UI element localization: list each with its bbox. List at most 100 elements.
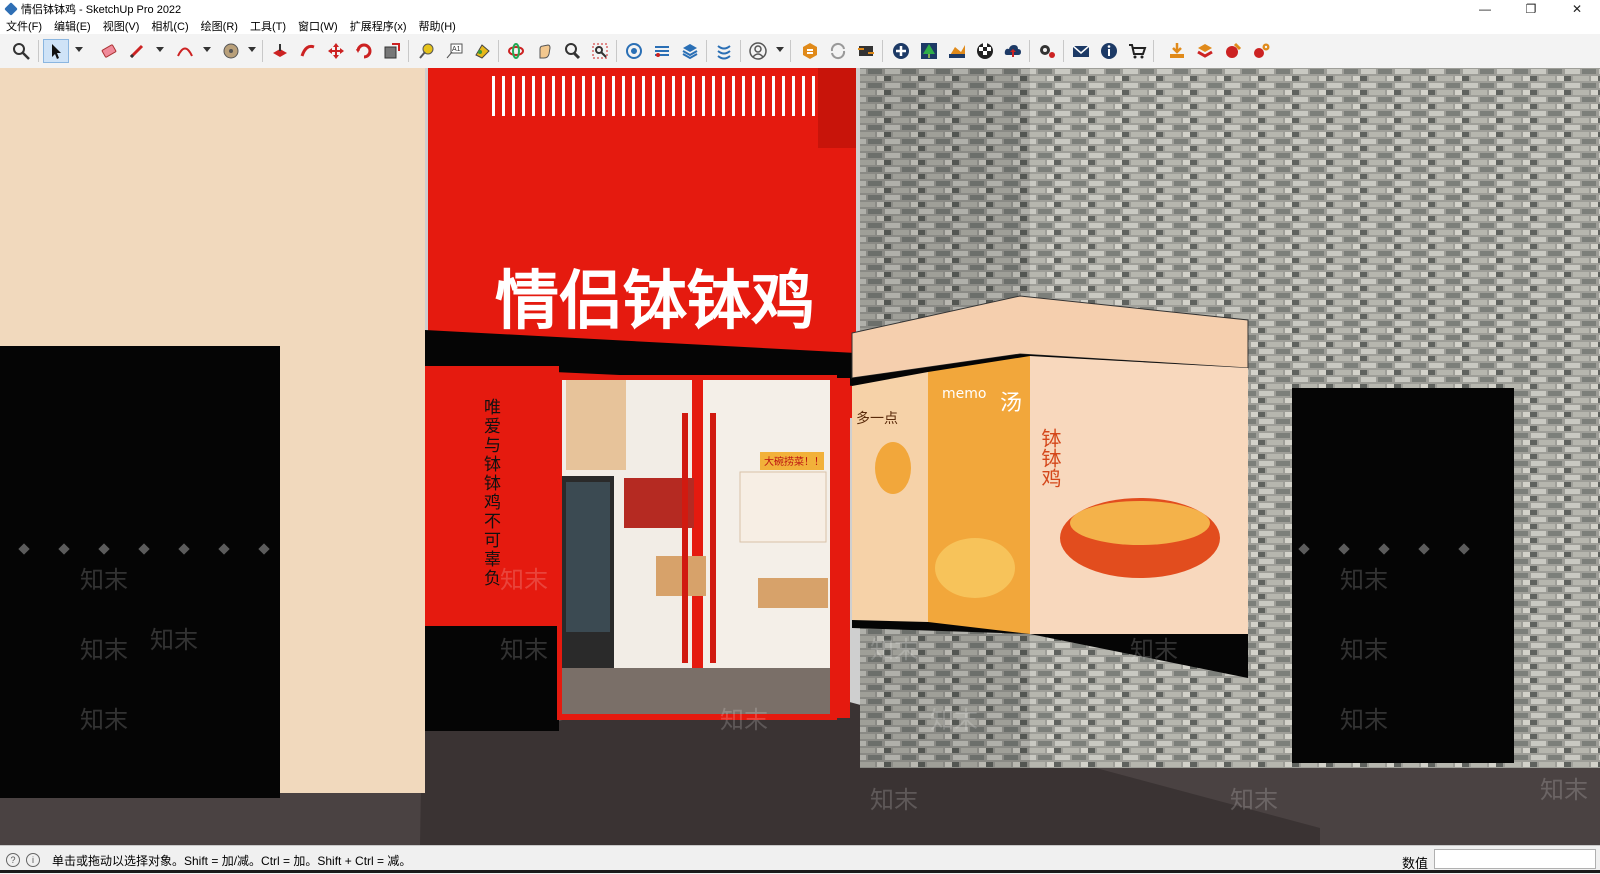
watermark-3: 知末: [80, 706, 128, 734]
add-icon[interactable]: [888, 39, 914, 63]
checker-icon[interactable]: [972, 39, 998, 63]
watermark-2: 知末: [80, 636, 128, 664]
push-pull-icon[interactable]: [267, 39, 293, 63]
title-bar: 情侣钵钵鸡 - SketchUp Pro 2022 — ❐ ✕: [0, 0, 1600, 18]
watermark-12: 知末: [1340, 636, 1388, 664]
account-icon[interactable]: [745, 39, 771, 63]
menu-edit[interactable]: 编辑(E): [48, 18, 97, 34]
interior-table-1: [656, 556, 706, 596]
watermark-7: 知末: [720, 706, 768, 734]
model-viewport[interactable]: 大碗捞菜！！ 多一点 memo 汤 钵钵鸡 情侣钵钵鸡 知末 知末 知末 知末 …: [0, 68, 1600, 845]
orbit-icon[interactable]: [503, 39, 529, 63]
paint-icon[interactable]: [469, 39, 495, 63]
watermark-14: 知末: [870, 786, 918, 814]
interior-cabinet: [739, 471, 827, 543]
export-icon[interactable]: [1192, 39, 1218, 63]
info-icon[interactable]: [1096, 39, 1122, 63]
right-dark-opening: [1292, 388, 1514, 763]
watermark-16: 知末: [1540, 776, 1588, 804]
toolbar-separator: [740, 40, 741, 62]
watermark-1: 知末: [80, 566, 128, 594]
watermark-9: 知末: [930, 706, 978, 734]
tape-measure-icon[interactable]: [413, 39, 439, 63]
close-button[interactable]: ✕: [1554, 0, 1600, 18]
toolbar-separator: [262, 40, 263, 62]
zoom-icon[interactable]: [559, 39, 585, 63]
styles-icon[interactable]: [711, 39, 737, 63]
mail-icon[interactable]: [1068, 39, 1094, 63]
scale-icon[interactable]: [379, 39, 405, 63]
pencil-icon[interactable]: [124, 39, 150, 63]
toolbar-separator: [1153, 40, 1154, 62]
poster-2-text: memo: [942, 386, 986, 402]
paint-bucket-icon[interactable]: [218, 39, 244, 63]
upload-icon[interactable]: [1000, 39, 1026, 63]
section-icon[interactable]: [649, 39, 675, 63]
window-controls: — ❐ ✕: [1462, 0, 1600, 18]
poster-food-icon: [1070, 501, 1210, 545]
menu-window[interactable]: 窗口(W): [292, 18, 344, 34]
watermark-4: 知末: [150, 626, 198, 654]
watermark-15: 知末: [1230, 786, 1278, 814]
door-divider: [694, 378, 702, 718]
window-title: 情侣钵钵鸡 - SketchUp Pro 2022: [21, 4, 182, 16]
sketchup-app-icon: [4, 2, 18, 16]
select-dropdown-icon[interactable]: [75, 47, 83, 52]
zoom-extents-icon[interactable]: [8, 39, 34, 63]
menu-draw[interactable]: 绘图(R): [195, 18, 244, 34]
watermark-6: 知末: [500, 636, 548, 664]
select-icon[interactable]: [43, 39, 69, 63]
scenes-icon[interactable]: [853, 39, 879, 63]
account-dropdown-icon[interactable]: [776, 47, 784, 52]
import-icon[interactable]: [1164, 39, 1190, 63]
component-icon[interactable]: [621, 39, 647, 63]
text-icon[interactable]: A1: [441, 39, 467, 63]
toolbar-separator: [790, 40, 791, 62]
left-door-handle[interactable]: [682, 413, 688, 663]
zoom-window-icon[interactable]: [587, 39, 613, 63]
tree-icon[interactable]: [916, 39, 942, 63]
toolbar-separator: [882, 40, 883, 62]
inner-banner-text: 大碗捞菜！！: [764, 455, 824, 468]
poster-bowl-icon: [935, 538, 1015, 598]
toolbar-separator: [1029, 40, 1030, 62]
measurements-input[interactable]: [1434, 849, 1596, 869]
menu-extensions[interactable]: 扩展程序(x): [344, 18, 413, 34]
follow-me-icon[interactable]: [295, 39, 321, 63]
cart-icon[interactable]: [1124, 39, 1150, 63]
menu-tools[interactable]: 工具(T): [244, 18, 292, 34]
right-door-glass[interactable]: [703, 380, 830, 714]
render-icon[interactable]: [1220, 39, 1246, 63]
pencil-dropdown-icon[interactable]: [156, 47, 164, 52]
menu-file[interactable]: 文件(F): [0, 18, 48, 34]
geo-location-icon[interactable]: ?: [6, 853, 20, 867]
poster-3: [1030, 356, 1248, 634]
restore-button[interactable]: ❐: [1508, 0, 1554, 18]
arc-icon[interactable]: [172, 39, 198, 63]
shop-sign: 情侣钵钵鸡: [495, 265, 815, 339]
pan-icon[interactable]: [531, 39, 557, 63]
sandbox-icon[interactable]: [944, 39, 970, 63]
main-toolbar: A1: [0, 34, 1600, 69]
toolbar-separator: [1063, 40, 1064, 62]
rotate-icon[interactable]: [351, 39, 377, 63]
layers-icon[interactable]: [677, 39, 703, 63]
move-icon[interactable]: [323, 39, 349, 63]
menu-view[interactable]: 视图(V): [97, 18, 146, 34]
credits-icon[interactable]: i: [26, 853, 40, 867]
paint-dropdown-icon[interactable]: [248, 47, 256, 52]
render-settings-icon[interactable]: [1248, 39, 1274, 63]
refresh-icon[interactable]: [825, 39, 851, 63]
watermark-5: 知末: [500, 566, 548, 594]
left-dark-opening: [0, 346, 280, 798]
menu-camera[interactable]: 相机(C): [145, 18, 194, 34]
menu-help[interactable]: 帮助(H): [413, 18, 462, 34]
watermark-13: 知末: [1340, 706, 1388, 734]
right-door-handle[interactable]: [710, 413, 716, 663]
minimize-button[interactable]: —: [1462, 0, 1508, 18]
arc-dropdown-icon[interactable]: [203, 47, 211, 52]
poster-1-text: 多一点: [856, 410, 898, 427]
eraser-icon[interactable]: [96, 39, 122, 63]
warehouse-icon[interactable]: [797, 39, 823, 63]
settings-icon[interactable]: [1034, 39, 1060, 63]
